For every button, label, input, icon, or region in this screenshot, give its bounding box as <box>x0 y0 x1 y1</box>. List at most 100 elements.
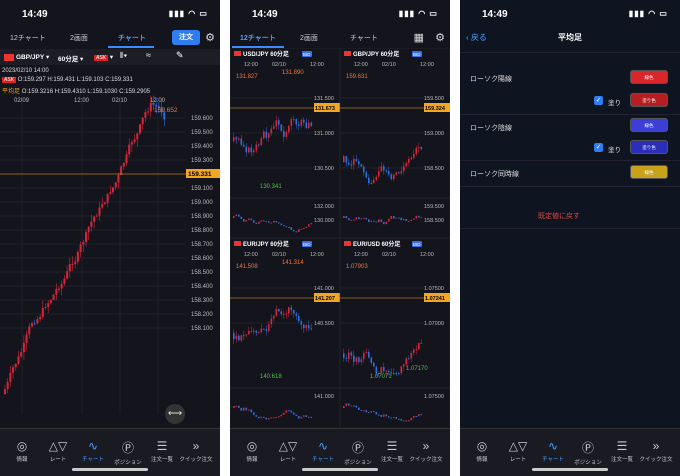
nav-info[interactable]: ◎ 情報 <box>234 439 270 463</box>
y-tick-label: 141.000 <box>314 286 334 292</box>
nav-info[interactable]: ◎ 情報 <box>4 439 40 463</box>
reset-default-button[interactable]: 既定値に戻す <box>538 211 580 221</box>
nav-position[interactable]: Ⓟ ポジション <box>340 439 376 466</box>
grid-layout-icon[interactable]: ▦ <box>414 31 424 44</box>
sub-candle <box>240 407 243 411</box>
candle-body <box>39 316 42 320</box>
y-tick-label: 159.000 <box>191 200 213 206</box>
nav-quick-order[interactable]: » クイック注文 <box>638 439 674 463</box>
chart-toolbar: GBP/JPY ▾ 60分足 ▾ ASK ▾ ⫴▾ ≈ ✎ <box>0 49 220 65</box>
candle-body <box>383 367 385 371</box>
sub-candle <box>363 217 365 219</box>
indicator-icon[interactable]: ≈ <box>146 50 151 60</box>
candle-body <box>250 147 253 153</box>
sub-candle <box>405 420 408 422</box>
sub-candle <box>408 420 410 422</box>
gear-icon[interactable]: ⚙ <box>435 31 445 44</box>
x-tick-label: 02/10 <box>382 62 396 68</box>
sub-candle <box>365 217 368 220</box>
globe-icon: ◎ <box>16 439 28 453</box>
sub-candle <box>395 417 398 419</box>
nav-rate[interactable]: △▽ レート <box>500 439 536 463</box>
nav-chart[interactable]: ∿ チャート <box>305 439 341 463</box>
tab-chart[interactable]: チャート <box>350 33 378 43</box>
nav-chart[interactable]: ∿ チャート <box>75 439 111 463</box>
sub-candle <box>375 221 378 223</box>
bearish-line-color-button[interactable]: 線色 <box>630 118 668 132</box>
doji-line-color-button[interactable]: 線色 <box>630 165 668 179</box>
bullish-fill-checkbox[interactable]: ✓ <box>594 96 603 105</box>
candle-body <box>405 162 408 166</box>
sub-candle <box>283 225 285 227</box>
bottom-nav: ◎ 情報 △▽ レート ∿ チャート Ⓟ ポジション ☰ 注文一覧 » クイック注文 <box>460 428 680 476</box>
candle-body <box>95 215 98 217</box>
sub-candle <box>255 415 258 417</box>
main-chart[interactable]: 159.600159.500159.400159.300159.200159.1… <box>0 94 220 424</box>
x-tick-label: 12:00 <box>244 252 258 258</box>
orders-icon: ☰ <box>616 439 628 453</box>
chart-panel-eur-jpy[interactable]: EUR/JPY 60分足 BID 12:00 02/10 12:00 141.000 140… <box>230 237 341 428</box>
tab-chart[interactable]: チャート <box>118 33 146 43</box>
candle-body <box>136 133 139 140</box>
candle-type-icon[interactable]: ⫴▾ <box>120 51 127 61</box>
sub-candle <box>390 417 393 419</box>
nav-info[interactable]: ◎ 情報 <box>464 439 500 463</box>
candle-body <box>253 330 255 332</box>
candle-body <box>360 359 363 362</box>
candle-body <box>280 311 283 315</box>
ask-select[interactable]: ASK ▾ <box>94 53 113 61</box>
panel-pair: GBP/JPY 60分足 <box>353 50 399 58</box>
back-button[interactable]: ‹ 戻る <box>466 32 487 43</box>
candle-body <box>413 153 415 158</box>
chart-panel-gbp-jpy[interactable]: GBP/JPY 60分足 BID 12:00 02/10 12:00 159.500 159… <box>339 48 450 239</box>
sub-candle <box>290 227 293 230</box>
sub-candle <box>300 416 303 419</box>
sub-candle <box>265 221 268 223</box>
candle-body <box>350 352 353 356</box>
candle-body <box>114 182 117 188</box>
nav-position[interactable]: Ⓟ ポジション <box>110 439 146 466</box>
nav-orders[interactable]: ☰ 注文一覧 <box>604 439 640 463</box>
nav-orders[interactable]: ☰ 注文一覧 <box>144 439 180 463</box>
tab-2screen[interactable]: 2画面 <box>70 33 88 43</box>
candle-body <box>144 112 147 118</box>
chart-panel-usd-jpy[interactable]: USD/JPY 60分足 BID 12:00 02/10 12:00 131.500 131… <box>230 48 341 239</box>
candle-body <box>288 125 290 133</box>
bearish-fill-color-button[interactable]: 塗り色 <box>630 140 668 154</box>
bullish-fill-color-button[interactable]: 塗り色 <box>630 93 668 107</box>
nav-quick-order[interactable]: » クイック注文 <box>178 439 214 463</box>
nav-chart[interactable]: ∿ チャート <box>535 439 571 463</box>
home-indicator <box>302 468 378 471</box>
multi-chart-grid[interactable]: USD/JPY 60分足 BID 12:00 02/10 12:00 131.500 131… <box>230 48 450 428</box>
sub-candle <box>400 217 403 221</box>
y-tick-label: 158.600 <box>191 256 213 262</box>
candle-body <box>20 352 23 357</box>
nav-rate[interactable]: △▽ レート <box>40 439 76 463</box>
tab-12chart[interactable]: 12チャート <box>240 33 276 43</box>
bullish-line-color-button[interactable]: 線色 <box>630 70 668 84</box>
home-indicator <box>72 468 148 471</box>
sub-candle <box>360 218 363 220</box>
sub-candle <box>248 409 250 411</box>
tab-2screen[interactable]: 2画面 <box>300 33 318 43</box>
pair-select[interactable]: GBP/JPY ▾ <box>4 53 49 61</box>
timeframe-select[interactable]: 60分足 ▾ <box>58 53 83 63</box>
high-label: 131.827 <box>236 74 258 80</box>
sub-candle <box>410 417 413 421</box>
pen-icon[interactable]: ✎ <box>176 50 184 61</box>
chart-panel-eur-usd[interactable]: EUR/USD 60分足 BID 12:00 02/10 12:00 1.07500 1.0… <box>339 237 450 428</box>
nav-orders[interactable]: ☰ 注文一覧 <box>374 439 410 463</box>
nav-rate[interactable]: △▽ レート <box>270 439 306 463</box>
tab-12chart[interactable]: 12チャート <box>10 33 46 43</box>
candle-body <box>265 328 268 331</box>
nav-quick-order[interactable]: » クイック注文 <box>408 439 444 463</box>
nav-position[interactable]: Ⓟ ポジション <box>570 439 606 466</box>
candle-body <box>235 137 238 140</box>
sub-candle <box>248 218 250 221</box>
expand-icon[interactable]: ⟷ <box>165 404 185 424</box>
gear-icon[interactable]: ⚙ <box>205 31 215 44</box>
candle-body <box>14 363 17 368</box>
bearish-fill-checkbox[interactable]: ✓ <box>594 143 603 152</box>
sub-candle <box>283 412 285 415</box>
order-button[interactable]: 注文 <box>172 30 200 45</box>
